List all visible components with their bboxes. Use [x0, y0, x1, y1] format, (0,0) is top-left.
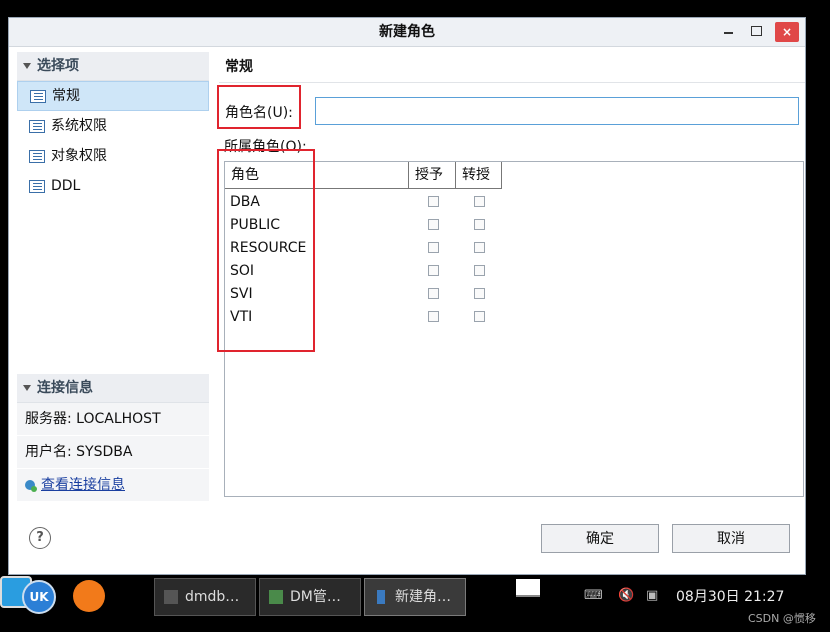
- regrant-checkbox[interactable]: [474, 288, 485, 299]
- connection-icon: [25, 480, 37, 492]
- left-panel: 选择项 常规系统权限对象权限 DDL 连接信息 服务器: LOCALHOST 用户…: [17, 52, 209, 512]
- minimize-icon: [723, 31, 733, 34]
- nav-list: 常规系统权限对象权限 DDL: [17, 81, 209, 201]
- role-name-cell: DBA: [230, 194, 260, 210]
- connection-info: 连接信息 服务器: LOCALHOST 用户名: SYSDBA 查看连接信息: [17, 374, 209, 502]
- java-icon: [377, 590, 385, 604]
- collapse-triangle-icon: [23, 385, 31, 391]
- keyboard-icon[interactable]: ⌨: [584, 588, 603, 603]
- grant-checkbox[interactable]: [428, 219, 439, 230]
- task-label: dmdb…: [185, 589, 240, 605]
- list-icon: [29, 119, 45, 133]
- column-header-role[interactable]: 角色: [225, 162, 409, 189]
- table-row: PUBLIC: [225, 214, 525, 237]
- table-row: SVI: [225, 283, 525, 306]
- list-icon: [29, 149, 45, 163]
- ok-button[interactable]: 确定: [541, 524, 659, 553]
- nav-item-label: 常规: [52, 88, 80, 104]
- general-section-header: 常规: [219, 52, 805, 83]
- grant-checkbox[interactable]: [428, 311, 439, 322]
- maximize-button[interactable]: [745, 22, 767, 42]
- view-connection-row: 查看连接信息: [17, 469, 209, 502]
- role-name-label: 角色名(U):: [225, 105, 293, 121]
- help-icon[interactable]: ?: [29, 527, 51, 549]
- nav-item-3[interactable]: DDL: [17, 171, 209, 201]
- volume-muted-icon[interactable]: 🔇: [618, 588, 634, 603]
- options-section-header[interactable]: 选择项: [17, 52, 209, 81]
- role-name-input[interactable]: [315, 97, 799, 125]
- task-dm-manager[interactable]: DM管…: [259, 578, 361, 616]
- role-name-cell: VTI: [230, 309, 253, 325]
- role-name-cell: PUBLIC: [230, 217, 280, 233]
- task-new-role[interactable]: 新建角…: [364, 578, 466, 616]
- role-name-cell: SVI: [230, 286, 253, 302]
- list-icon: [30, 89, 46, 103]
- close-button[interactable]: ×: [775, 22, 799, 42]
- regrant-checkbox[interactable]: [474, 311, 485, 322]
- owned-roles-label: 所属角色(O):: [224, 139, 307, 155]
- taskbar: UK dmdb… DM管… 新建角… ⌨ 🔇 ▣ 08月30日 21:27 CS…: [0, 576, 830, 632]
- column-header-regrant[interactable]: 转授: [456, 162, 502, 189]
- role-name-cell: RESOURCE: [230, 240, 307, 256]
- connection-section-title: 连接信息: [37, 380, 93, 396]
- grant-checkbox[interactable]: [428, 288, 439, 299]
- server-info: 服务器: LOCALHOST: [17, 403, 209, 436]
- task-label: 新建角…: [395, 589, 451, 605]
- maximize-icon: [750, 26, 762, 36]
- cancel-button[interactable]: 取消: [672, 524, 790, 553]
- nav-item-0[interactable]: 常规: [17, 81, 209, 111]
- options-section-title: 选择项: [37, 58, 79, 74]
- nav-item-label: DDL: [51, 178, 81, 194]
- collapse-triangle-icon: [23, 63, 31, 69]
- connection-section-header[interactable]: 连接信息: [17, 374, 209, 403]
- regrant-checkbox[interactable]: [474, 196, 485, 207]
- task-terminal[interactable]: dmdb…: [154, 578, 256, 616]
- minimize-button[interactable]: [717, 22, 739, 42]
- task-label: DM管…: [290, 589, 341, 605]
- firefox-icon[interactable]: [73, 580, 105, 612]
- grant-checkbox[interactable]: [428, 265, 439, 276]
- start-menu-icon[interactable]: UK: [22, 580, 56, 614]
- user-info: 用户名: SYSDBA: [17, 436, 209, 469]
- title-bar: 新建角色 ×: [9, 18, 805, 47]
- column-header-grant[interactable]: 授予: [409, 162, 456, 189]
- new-role-dialog: 新建角色 × 选择项 常规系统权限对象权限 DDL 连接信息 服务器: LOCAL…: [8, 17, 806, 575]
- dm-manager-icon: [269, 590, 283, 604]
- table-row: RESOURCE: [225, 237, 525, 260]
- regrant-checkbox[interactable]: [474, 219, 485, 230]
- table-row: VTI: [225, 306, 525, 329]
- nav-item-2[interactable]: 对象权限: [17, 141, 209, 171]
- nav-item-label: 对象权限: [51, 148, 107, 164]
- network-icon[interactable]: ▣: [646, 588, 658, 603]
- nav-item-1[interactable]: 系统权限: [17, 111, 209, 141]
- clock[interactable]: 08月30日 21:27: [676, 586, 784, 606]
- list-icon: [29, 179, 45, 193]
- window-title: 新建角色: [379, 24, 435, 40]
- table-row: DBA: [225, 191, 525, 214]
- watermark: CSDN @惯移: [748, 612, 816, 625]
- tray-window-icon[interactable]: [516, 579, 540, 597]
- terminal-icon: [164, 590, 178, 604]
- role-name-cell: SOI: [230, 263, 255, 279]
- owned-roles-grid: 角色 授予 转授 DBA PUBLIC RESOURCE SOI SVI VTI: [224, 161, 804, 497]
- table-row: SOI: [225, 260, 525, 283]
- nav-item-label: 系统权限: [51, 118, 107, 134]
- regrant-checkbox[interactable]: [474, 265, 485, 276]
- regrant-checkbox[interactable]: [474, 242, 485, 253]
- grant-checkbox[interactable]: [428, 242, 439, 253]
- view-connection-link[interactable]: 查看连接信息: [41, 477, 125, 493]
- grant-checkbox[interactable]: [428, 196, 439, 207]
